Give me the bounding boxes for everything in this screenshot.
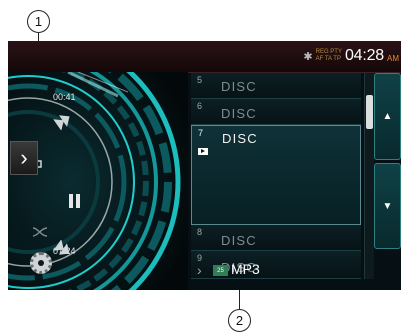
track-number: 5 xyxy=(197,75,203,85)
track-label: DISC xyxy=(222,131,258,146)
track-row[interactable]: 5 DISC xyxy=(191,73,361,99)
now-playing-icon xyxy=(198,148,208,155)
track-row-selected[interactable]: 7 DISC xyxy=(191,125,361,225)
settings-gear-icon[interactable] xyxy=(30,252,52,274)
callout-2: 2 xyxy=(228,309,251,332)
track-number: 7 xyxy=(198,128,204,138)
side-menu-button[interactable]: › xyxy=(10,141,38,175)
next-track-icon[interactable] xyxy=(52,240,74,258)
track-list: 5 DISC 6 DISC 7 DISC 8 DISC 9 DISC xyxy=(191,73,361,279)
track-row[interactable]: 8 DISC xyxy=(191,225,361,251)
chevron-right-icon: › xyxy=(20,145,28,170)
track-label: DISC xyxy=(221,233,257,248)
callout-1-label: 1 xyxy=(34,14,43,29)
scroll-down-button[interactable]: ▼ xyxy=(374,163,401,249)
shuffle-icon[interactable] xyxy=(32,226,48,238)
arrow-up-icon: ▲ xyxy=(382,111,393,122)
rds-flags-bottom: AF TA TP xyxy=(315,56,341,62)
chevron-right-icon: › xyxy=(197,262,202,278)
status-bar: ✱ REG PTY AF TA TP 04:28 AM xyxy=(8,41,401,73)
list-scrollbar[interactable] xyxy=(364,73,374,279)
head-unit-screen: ✱ REG PTY AF TA TP 04:28 AM 00:41 › 5 DI… xyxy=(8,41,401,290)
pause-icon-bar-left xyxy=(69,194,73,208)
status-area: ✱ REG PTY AF TA TP 04:28 AM xyxy=(303,47,399,65)
callout-1: 1 xyxy=(27,10,50,33)
arrow-down-icon: ▼ xyxy=(382,200,393,212)
track-number: 8 xyxy=(197,227,203,237)
mp3-folder-icon: 25 xyxy=(213,265,228,276)
pause-button[interactable] xyxy=(69,194,80,208)
pause-icon-bar-right xyxy=(76,194,80,208)
previous-track-icon[interactable] xyxy=(52,112,74,130)
scrollbar-thumb[interactable] xyxy=(366,95,373,129)
scroll-up-button[interactable]: ▲ xyxy=(374,73,401,160)
track-label: DISC xyxy=(221,79,257,94)
elapsed-time: 00:41 xyxy=(53,92,76,102)
callout-2-label: 2 xyxy=(235,313,244,328)
rds-flags: REG PTY AF TA TP xyxy=(316,49,342,63)
bluetooth-icon: ✱ xyxy=(303,50,313,63)
track-row[interactable]: 6 DISC xyxy=(191,99,361,125)
source-label: MP3 xyxy=(231,261,260,277)
rds-flags-top: REG PTY xyxy=(315,49,342,55)
clock-time: 04:28 xyxy=(344,47,384,64)
track-label: DISC xyxy=(221,106,257,121)
track-number: 6 xyxy=(197,101,203,111)
source-bar[interactable]: › 25 MP3 xyxy=(191,257,401,290)
clock-ampm: AM xyxy=(387,54,399,63)
